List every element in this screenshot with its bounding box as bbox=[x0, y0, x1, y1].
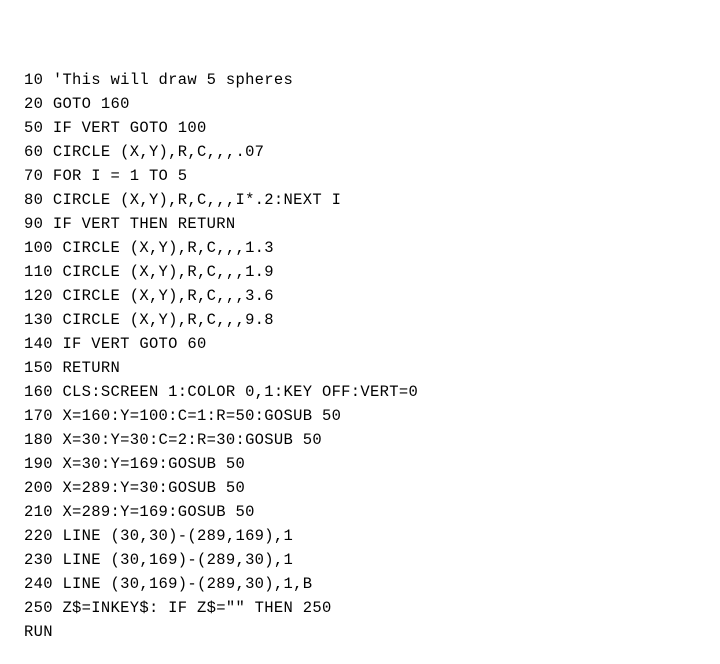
code-line: 70 FOR I = 1 TO 5 bbox=[24, 164, 696, 188]
code-line: 140 IF VERT GOTO 60 bbox=[24, 332, 696, 356]
code-line: 180 X=30:Y=30:C=2:R=30:GOSUB 50 bbox=[24, 428, 696, 452]
code-line: 60 CIRCLE (X,Y),R,C,,,.07 bbox=[24, 140, 696, 164]
code-line: 90 IF VERT THEN RETURN bbox=[24, 212, 696, 236]
code-line: 170 X=160:Y=100:C=1:R=50:GOSUB 50 bbox=[24, 404, 696, 428]
code-line: 50 IF VERT GOTO 100 bbox=[24, 116, 696, 140]
code-line: 230 LINE (30,169)-(289,30),1 bbox=[24, 548, 696, 572]
code-listing: 10 'This will draw 5 spheres20 GOTO 1605… bbox=[24, 20, 696, 644]
code-line: 200 X=289:Y=30:GOSUB 50 bbox=[24, 476, 696, 500]
code-line: 150 RETURN bbox=[24, 356, 696, 380]
code-line: 130 CIRCLE (X,Y),R,C,,,9.8 bbox=[24, 308, 696, 332]
code-line: 210 X=289:Y=169:GOSUB 50 bbox=[24, 500, 696, 524]
code-line: 20 GOTO 160 bbox=[24, 92, 696, 116]
code-line: 160 CLS:SCREEN 1:COLOR 0,1:KEY OFF:VERT=… bbox=[24, 380, 696, 404]
code-screen: 10 'This will draw 5 spheres20 GOTO 1605… bbox=[0, 0, 720, 664]
code-line: 250 Z$=INKEY$: IF Z$="" THEN 250 bbox=[24, 596, 696, 620]
code-line: RUN bbox=[24, 620, 696, 644]
code-line: 110 CIRCLE (X,Y),R,C,,,1.9 bbox=[24, 260, 696, 284]
code-line: 240 LINE (30,169)-(289,30),1,B bbox=[24, 572, 696, 596]
code-line: 100 CIRCLE (X,Y),R,C,,,1.3 bbox=[24, 236, 696, 260]
code-line: 220 LINE (30,30)-(289,169),1 bbox=[24, 524, 696, 548]
code-line: 120 CIRCLE (X,Y),R,C,,,3.6 bbox=[24, 284, 696, 308]
code-line: 80 CIRCLE (X,Y),R,C,,,I*.2:NEXT I bbox=[24, 188, 696, 212]
code-line: 190 X=30:Y=169:GOSUB 50 bbox=[24, 452, 696, 476]
code-line: 10 'This will draw 5 spheres bbox=[24, 68, 696, 92]
